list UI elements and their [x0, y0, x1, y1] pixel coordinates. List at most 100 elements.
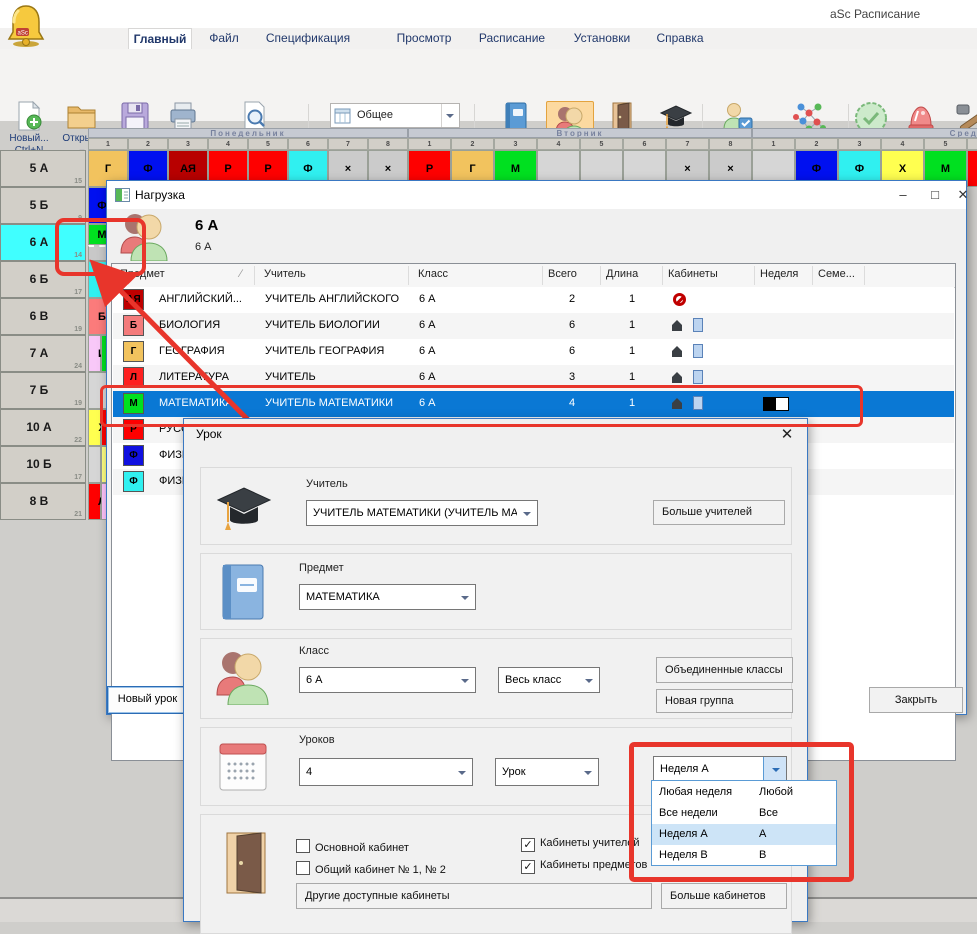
close-button[interactable]: ✕	[949, 185, 977, 205]
column-divider	[408, 266, 409, 285]
open-folder-icon	[66, 101, 98, 131]
column-header[interactable]: Длина	[606, 268, 638, 280]
new-group-button[interactable]: Новая группа	[656, 689, 793, 713]
column-header[interactable]: Учитель	[264, 268, 306, 280]
class-row-header[interactable]: 5 А15	[0, 150, 86, 187]
class-row-header[interactable]: 6 В19	[0, 298, 86, 335]
table-view-icon	[334, 108, 351, 124]
teacher-rooms-checkbox[interactable]: ✓Кабинеты учителей	[521, 837, 640, 852]
new-lesson-button[interactable]: Новый урок	[107, 686, 188, 714]
class-scope-combo[interactable]: Весь класс	[498, 667, 600, 693]
load-dialog-titlebar[interactable]: Нагрузка – □ ✕	[107, 181, 966, 209]
lessons-count-combo[interactable]: 4	[299, 758, 473, 786]
teacher-combo[interactable]: УЧИТЕЛЬ МАТЕМАТИКИ (УЧИТЕЛЬ МАТЕМ	[306, 500, 538, 526]
class-row-header[interactable]: 8 В 21	[0, 483, 86, 520]
table-row[interactable]: ЛЛИТЕРАТУРАУЧИТЕЛЬ6 А31	[113, 365, 954, 391]
class-name: 6 А	[419, 397, 436, 409]
main-room-checkbox[interactable]: Основной кабинет	[296, 839, 409, 854]
cell-subject-letter: Ф	[839, 163, 880, 175]
tab-ustanovki[interactable]: Установки	[566, 28, 638, 49]
total-count: 4	[543, 397, 601, 409]
minimize-button[interactable]: –	[889, 185, 917, 205]
subject-badge: Б	[123, 315, 144, 336]
svg-text:aSc: aSc	[18, 31, 28, 37]
other-rooms-button[interactable]: Другие доступные кабинеты	[296, 883, 652, 909]
new-button[interactable]: Новый... Ctrl+N	[2, 101, 56, 157]
column-divider	[600, 266, 601, 285]
class-row-header[interactable]: 10 Б17	[0, 446, 86, 483]
class-combo[interactable]: 6 А	[299, 667, 476, 693]
subject-badge: Р	[123, 419, 144, 440]
class-row-header[interactable]: 7 Б19	[0, 372, 86, 409]
more-teachers-button[interactable]: Больше учителей	[653, 500, 785, 525]
tab-spravka[interactable]: Справка	[650, 28, 710, 49]
timetable-cell[interactable]: Х	[88, 409, 101, 446]
column-header[interactable]: Семе...	[818, 268, 855, 280]
shared-room-checkbox[interactable]: Общий кабинет № 1, № 2	[296, 861, 446, 876]
week-option[interactable]: Все неделиВсе	[652, 803, 836, 824]
week-combo-arrow[interactable]	[763, 757, 786, 781]
timetable-cell[interactable]: Л	[88, 483, 101, 520]
more-rooms-button[interactable]: Больше кабинетов	[661, 883, 787, 909]
maximize-button[interactable]: □	[921, 185, 949, 205]
timetable-cell[interactable]	[967, 150, 977, 187]
cell-subject-letter: М	[495, 163, 536, 175]
joined-classes-button[interactable]: Объединенные классы	[656, 657, 793, 683]
column-header[interactable]: Предмет	[120, 268, 165, 280]
subject-badge: Л	[123, 367, 144, 388]
column-header[interactable]: Кабинеты	[668, 268, 718, 280]
tab-raspisanie[interactable]: Расписание	[472, 28, 552, 49]
teacher-name: УЧИТЕЛЬ МАТЕМАТИКИ	[265, 397, 393, 409]
week-option[interactable]: Неделя АА	[652, 824, 836, 845]
week-option[interactable]: Неделя ВВ	[652, 845, 836, 866]
table-row[interactable]: АЯАНГЛИЙСКИЙ...УЧИТЕЛЬ АНГЛИЙСКОГО6 А21	[113, 287, 954, 313]
tab-fajl[interactable]: Файл	[202, 28, 246, 49]
tab-specifikacija[interactable]: Спецификация	[258, 28, 358, 49]
column-header[interactable]: Неделя	[760, 268, 798, 280]
class-name: 6 А	[419, 371, 436, 383]
week-option-short: Все	[759, 807, 778, 819]
tab-prosmotr[interactable]: Просмотр	[390, 28, 458, 49]
week-option-name: Неделя В	[659, 849, 708, 861]
column-header[interactable]: Всего	[548, 268, 577, 280]
class-row-header[interactable]: 5 Б9	[0, 187, 86, 224]
week-option[interactable]: Любая неделяЛюбой	[652, 782, 836, 803]
class-lesson-count: 9	[78, 215, 82, 222]
teacher-label: Учитель	[306, 478, 348, 490]
class-row-label: 8 В	[1, 493, 77, 507]
view-mode-combo[interactable]: Общее	[330, 103, 460, 128]
cell-subject-letter: М	[925, 163, 966, 175]
subject-rooms-checkbox[interactable]: ✓Кабинеты предметов	[521, 859, 647, 874]
timetable-cell[interactable]: И	[88, 335, 101, 372]
column-header[interactable]: Класс	[418, 268, 448, 280]
tab-glavnyj[interactable]: Главный	[128, 28, 192, 50]
load-table-header[interactable]: Предмет Учитель Класс Всего Длина Кабинеты Нед…	[112, 264, 955, 288]
class-label: Класс	[299, 645, 329, 657]
class-lesson-count: 19	[74, 400, 82, 407]
no-room-slash	[675, 296, 684, 305]
class-name: 6 А	[419, 319, 436, 331]
table-row[interactable]: ББИОЛОГИЯУЧИТЕЛЬ БИОЛОГИИ6 А61	[113, 313, 954, 339]
table-row[interactable]: ММАТЕМАТИКАУЧИТЕЛЬ МАТЕМАТИКИ6 А41	[113, 391, 954, 417]
class-row-header[interactable]: 10 А22	[0, 409, 86, 446]
length-value: 1	[601, 397, 663, 409]
week-combo[interactable]: Неделя А	[653, 756, 787, 782]
cell-subject-letter: ×	[710, 163, 751, 175]
subject-combo[interactable]: МАТЕМАТИКА	[299, 584, 476, 610]
save-floppy-icon	[120, 101, 150, 131]
table-row[interactable]: ГГЕОГРАФИЯУЧИТЕЛЬ ГЕОГРАФИЯ6 А61	[113, 339, 954, 365]
class-row-label: 10 Б	[1, 456, 77, 470]
lesson-type-combo[interactable]: Урок	[495, 758, 599, 786]
combo-dropdown-button[interactable]	[441, 104, 459, 127]
class-row-header[interactable]: 6 Б17	[0, 261, 86, 298]
class-row-header[interactable]: 6 А14	[0, 224, 86, 261]
cell-subject-letter: ×	[329, 163, 367, 175]
class-row-header[interactable]: 7 А24	[0, 335, 86, 372]
week-dropdown-list[interactable]: Любая неделяЛюбойВсе неделиВсеНеделя ААН…	[651, 780, 837, 866]
class-lesson-count: 21	[74, 511, 82, 518]
subject-badge: Ф	[123, 471, 144, 492]
timetable-cell[interactable]	[88, 446, 101, 483]
close-load-button[interactable]: Закрыть	[869, 687, 963, 713]
class-lesson-count: 15	[74, 178, 82, 185]
lesson-close-button[interactable]: ✕	[776, 425, 798, 445]
